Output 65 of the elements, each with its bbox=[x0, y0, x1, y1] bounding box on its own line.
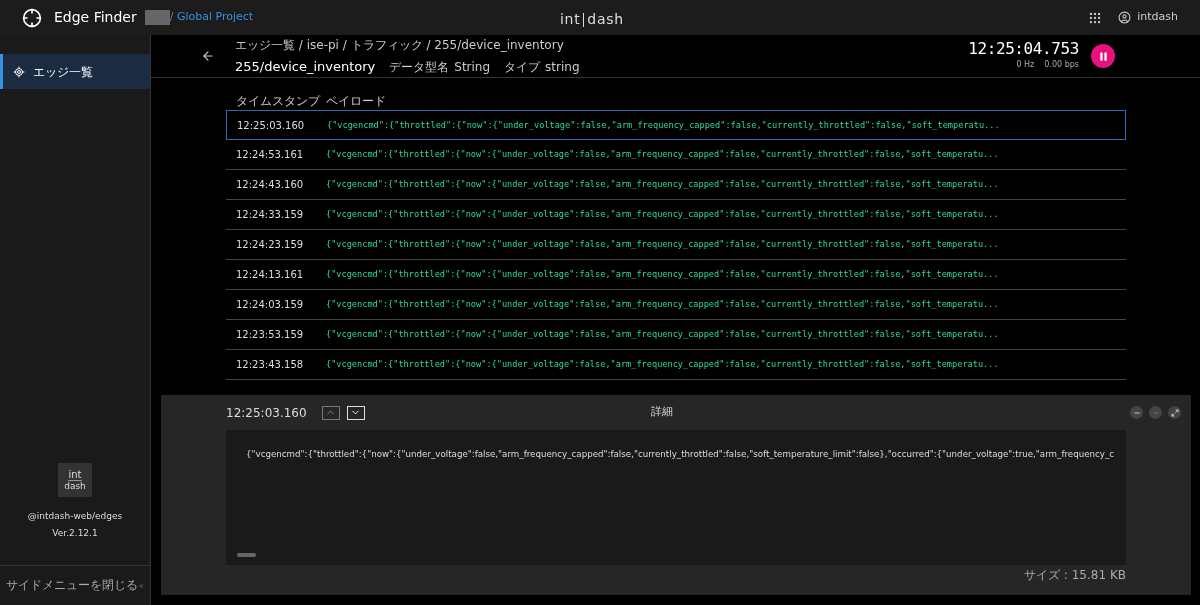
scroll-handle[interactable] bbox=[237, 553, 256, 557]
payload-cell: {"vcgencmd":{"throttled":{"now":{"under_voltage":false,"arm_frequency_capped":false,"currently_throttled":false,"soft_temperatu... bbox=[326, 358, 999, 371]
user-name[interactable]: intdash bbox=[1137, 9, 1178, 26]
intdash-logo: int dash bbox=[58, 463, 92, 497]
table-row[interactable]: 12:24:33.159 {"vcgencmd":{"throttled":{"now":{"under_voltage":false,"arm_frequency_capped":false,"currently_throttled":false,"soft_temperatu... bbox=[226, 200, 1126, 230]
close-menu-link[interactable]: サイドメニューを閉じる bbox=[6, 576, 138, 595]
table-row[interactable]: 12:24:43.160 {"vcgencmd":{"throttled":{"now":{"under_voltage":false,"arm_frequency_capped":false,"currently_throttled":false,"soft_temperatu... bbox=[226, 170, 1126, 200]
size-text: サイズ : 15.81 KB bbox=[1024, 567, 1126, 584]
intdash-logo: int dash bbox=[560, 10, 624, 29]
meta-value: String bbox=[454, 58, 491, 76]
expand-icon bbox=[1170, 408, 1179, 417]
timestamp-cell-text: 12:23:53.159 bbox=[236, 328, 305, 342]
payload-cell: {"vcgencmd":{"throttled":{"now":{"under_voltage":false,"arm_frequency_capped":false,"currently_throttled":false,"soft_temperatu... bbox=[326, 298, 999, 311]
table-row[interactable]: 12:23:53.159 {"vcgencmd":{"throttled":{"now":{"under_voltage":false,"arm_frequency_capped":false,"currently_throttled":false,"soft_temperatu... bbox=[226, 320, 1126, 350]
column-header: タイムスタンプ bbox=[236, 93, 322, 110]
payload-cell: {"vcgencmd":{"throttled":{"now":{"under_voltage":false,"arm_frequency_capped":false,"currently_throttled":false,"soft_temperatu... bbox=[326, 148, 999, 161]
payload-cell: {"vcgencmd":{"throttled":{"now":{"under_voltage":false,"arm_frequency_capped":false,"currently_throttled":false,"soft_temperatu... bbox=[326, 268, 999, 281]
apps-grid-icon[interactable] bbox=[1088, 10, 1103, 25]
timestamp-cell-text: 12:24:03.159 bbox=[236, 298, 305, 312]
back-icon[interactable] bbox=[201, 49, 215, 63]
timestamp-cell-text: 12:23:43.158 bbox=[236, 358, 305, 372]
timestamp-cell-text: 12:24:43.160 bbox=[236, 178, 305, 192]
detail-json: {"vcgencmd":{"throttled":{"now":{"under_voltage":false,"arm_frequency_capped":false,"currently_throttled":false,"soft_temperature_limit":false},"occurred":{"under_voltage":true,"arm_frequency_c bbox=[246, 449, 1115, 459]
timestamp-cell-text: 12:24:13.161 bbox=[236, 268, 305, 282]
meta-label: データ型名 bbox=[389, 58, 450, 76]
previous-button[interactable] bbox=[321, 405, 340, 420]
version-text: Ver.2.12.1 bbox=[52, 526, 98, 540]
timestamp-cell-text: 12:24:53.161 bbox=[236, 148, 305, 162]
payload-cell: {"vcgencmd":{"throttled":{"now":{"under_voltage":false,"arm_frequency_capped":false,"currently_throttled":false,"soft_temperatu... bbox=[326, 208, 999, 221]
table-row[interactable]: 12:24:13.161 {"vcgencmd":{"throttled":{"now":{"under_voltage":false,"arm_frequency_capped":false,"currently_throttled":false,"soft_temperatu... bbox=[226, 260, 1126, 290]
panel-title: 詳細 bbox=[651, 404, 673, 421]
table-row[interactable]: 12:24:03.159 {"vcgencmd":{"throttled":{"now":{"under_voltage":false,"arm_frequency_capped":false,"currently_throttled":false,"soft_temperatu... bbox=[226, 290, 1126, 320]
bandwidth-text: 0.00 bps bbox=[1044, 59, 1079, 71]
next-button[interactable] bbox=[346, 405, 365, 420]
meta-value: string bbox=[545, 58, 580, 76]
crosshair-icon bbox=[22, 7, 42, 28]
payload-cell: {"vcgencmd":{"throttled":{"now":{"under_voltage":false,"arm_frequency_capped":false,"currently_throttled":false,"soft_temperatu... bbox=[327, 118, 1000, 132]
project-link[interactable]: / Global Project bbox=[169, 9, 254, 26]
maximize-button[interactable] bbox=[1168, 406, 1181, 419]
column-header: ペイロード bbox=[326, 93, 386, 110]
detail-time: 12:25:03.160 bbox=[226, 404, 307, 422]
payload-cell: {"vcgencmd":{"throttled":{"now":{"under_voltage":false,"arm_frequency_capped":false,"currently_throttled":false,"soft_temperatu... bbox=[326, 238, 999, 251]
minimize-button[interactable] bbox=[1130, 406, 1143, 419]
table-row[interactable]: 12:25:03.160 {"vcgencmd":{"throttled":{"now":{"under_voltage":false,"arm_frequency_capped":false,"currently_throttled":false,"soft_temperatu... bbox=[226, 110, 1126, 140]
timestamp-cell-text: 12:24:23.159 bbox=[236, 238, 305, 252]
clock-display: 12:25:04.753 bbox=[968, 41, 1079, 57]
timestamp-cell-text: 12:25:03.160 bbox=[237, 118, 306, 133]
breadcrumb: エッジ一覧 / ise-pi / トラフィック / 255/device_inventory bbox=[235, 36, 565, 54]
payload-cell: {"vcgencmd":{"throttled":{"now":{"under_voltage":false,"arm_frequency_capped":false,"currently_throttled":false,"soft_temperatu... bbox=[326, 178, 999, 191]
table-row[interactable]: 12:24:53.161 {"vcgencmd":{"throttled":{"now":{"under_voltage":false,"arm_frequency_capped":false,"currently_throttled":false,"soft_temperatu... bbox=[226, 140, 1126, 170]
timestamp-cell-text: 12:24:33.159 bbox=[236, 208, 305, 222]
pause-button[interactable] bbox=[1091, 44, 1115, 68]
user-icon bbox=[1118, 11, 1132, 24]
table-row[interactable]: 12:23:43.158 {"vcgencmd":{"throttled":{"now":{"under_voltage":false,"arm_frequency_capped":false,"currently_throttled":false,"soft_temperatu... bbox=[226, 350, 1126, 380]
pause-icon bbox=[1097, 50, 1109, 62]
package-name: @intdash-web/edges bbox=[27, 510, 123, 523]
meta-label: タイプ bbox=[504, 58, 541, 76]
rate-text: 0 Hz bbox=[1016, 59, 1035, 71]
sidebar-item[interactable]: エッジ一覧 bbox=[0, 54, 150, 89]
app-title: Edge Finder bbox=[54, 8, 137, 27]
page-title: 255/device_inventory bbox=[235, 57, 376, 76]
table-row[interactable]: 12:24:23.159 {"vcgencmd":{"throttled":{"now":{"under_voltage":false,"arm_frequency_capped":false,"currently_throttled":false,"soft_temperatu... bbox=[226, 230, 1126, 260]
payload-cell: {"vcgencmd":{"throttled":{"now":{"under_voltage":false,"arm_frequency_capped":false,"currently_throttled":false,"soft_temperatu... bbox=[326, 328, 999, 341]
redacted-block bbox=[144, 10, 170, 25]
locate-icon bbox=[13, 65, 25, 78]
